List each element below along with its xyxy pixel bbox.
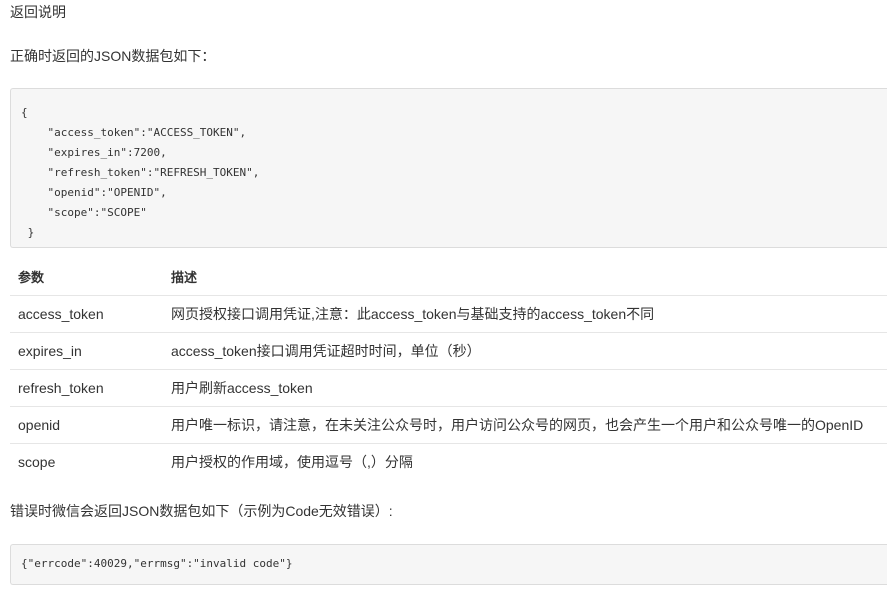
success-intro-text: 正确时返回的JSON数据包如下： [10, 48, 216, 64]
error-json-code-block: {"errcode":40029,"errmsg":"invalid code"… [10, 544, 887, 585]
code-line: "openid":"OPENID", [21, 186, 167, 199]
section-heading: 返回说明 [10, 4, 66, 20]
table-row: access_token 网页授权接口调用凭证,注意：此access_token… [10, 295, 887, 333]
header-description: 描述 [163, 258, 887, 296]
table-row: expires_in access_token接口调用凭证超时时间，单位（秒） [10, 332, 887, 370]
description-cell: 用户刷新access_token [163, 369, 887, 407]
code-line: "refresh_token":"REFRESH_TOKEN", [21, 166, 260, 179]
code-line: } [21, 226, 35, 239]
success-json-code-block: { "access_token":"ACCESS_TOKEN", "expire… [10, 88, 887, 248]
table-row: refresh_token 用户刷新access_token [10, 369, 887, 407]
table-header-row: 参数 描述 [10, 258, 887, 296]
code-line: "scope":"SCOPE" [21, 206, 147, 219]
error-code-line: {"errcode":40029,"errmsg":"invalid code"… [21, 557, 293, 570]
param-cell: expires_in [10, 332, 163, 370]
doc-page: 返回说明 正确时返回的JSON数据包如下： { "access_token":"… [0, 0, 887, 602]
code-line: "access_token":"ACCESS_TOKEN", [21, 126, 247, 139]
code-line: { [21, 106, 28, 119]
params-table: 参数 描述 access_token 网页授权接口调用凭证,注意：此access… [10, 258, 887, 480]
param-cell: scope [18, 454, 56, 470]
description-cell: access_token接口调用凭证超时时间，单位（秒） [163, 332, 887, 370]
description-cell: 用户唯一标识，请注意，在未关注公众号时，用户访问公众号的网页，也会产生一个用户和… [163, 406, 887, 444]
header-param: 参数 [10, 258, 163, 296]
description-cell: 用户授权的作用域，使用逗号（,）分隔 [171, 454, 413, 470]
param-cell: refresh_token [10, 369, 163, 407]
error-intro-text: 错误时微信会返回JSON数据包如下（示例为Code无效错误）: [10, 503, 393, 519]
param-cell: access_token [10, 295, 163, 333]
code-line: "expires_in":7200, [21, 146, 167, 159]
table-row: openid 用户唯一标识，请注意，在未关注公众号时，用户访问公众号的网页，也会… [10, 406, 887, 444]
table-row: scope 用户授权的作用域，使用逗号（,）分隔 [10, 444, 887, 481]
param-cell: openid [10, 406, 163, 444]
description-cell: 网页授权接口调用凭证,注意：此access_token与基础支持的access_… [163, 295, 887, 333]
code-lines: { "access_token":"ACCESS_TOKEN", "expire… [21, 103, 259, 243]
